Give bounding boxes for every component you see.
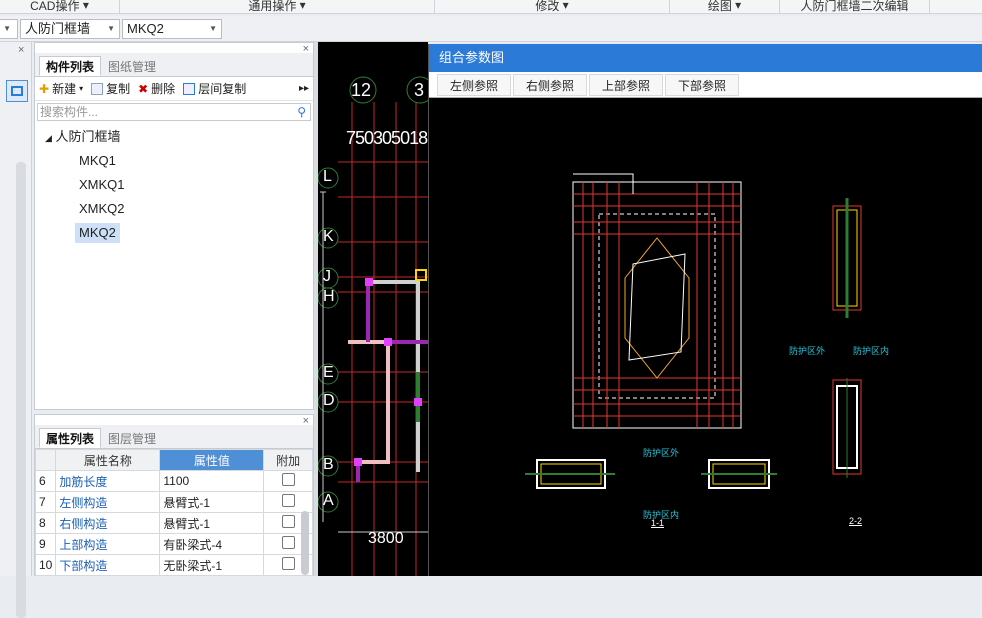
ribbon-group-cad[interactable]: CAD操作 ▾ bbox=[0, 0, 120, 13]
axis-label-12: 12 bbox=[351, 80, 372, 100]
floor-copy-icon bbox=[183, 82, 196, 95]
col-property-name: 属性名称 bbox=[55, 449, 161, 471]
combo-param-dialog: 组合参数图 左侧参照 右侧参照 上部参照 下部参照 防护区外 防护区内 1-1 … bbox=[428, 44, 982, 576]
search-icon[interactable]: ⚲ bbox=[297, 104, 306, 120]
layout-icon[interactable] bbox=[6, 80, 28, 102]
ribbon-group-general[interactable]: 通用操作 ▾ bbox=[120, 0, 435, 13]
extra-checkbox[interactable] bbox=[281, 473, 295, 486]
axis-letter-b: B bbox=[323, 456, 334, 473]
label-section-1-1: 1-1 bbox=[651, 518, 665, 528]
close-icon[interactable]: × bbox=[303, 43, 309, 55]
new-button[interactable]: ✚ 新建 ▾ bbox=[39, 80, 83, 97]
cad-drawing bbox=[318, 76, 428, 576]
table-row: 8 右侧构造 悬臂式-1 bbox=[34, 512, 313, 534]
copy-button[interactable]: 复制 bbox=[91, 80, 130, 97]
tree-item-mkq1[interactable]: MKQ1 bbox=[75, 151, 120, 171]
tree-item-xmkq2[interactable]: XMKQ2 bbox=[75, 199, 129, 219]
selector-toolbar: ▼ 人防门框墙 ▼ MKQ2 ▼ bbox=[0, 16, 982, 42]
delete-button[interactable]: ✖ 删除 bbox=[138, 80, 175, 97]
component-type-dropdown[interactable]: 人防门框墙 ▼ bbox=[20, 19, 120, 39]
delete-icon: ✖ bbox=[138, 81, 149, 96]
extra-checkbox[interactable] bbox=[281, 494, 295, 507]
left-reference-button[interactable]: 左侧参照 bbox=[437, 73, 512, 96]
component-name-dropdown[interactable]: MKQ2 ▼ bbox=[122, 19, 222, 39]
cad-canvas[interactable]: 12 3 750305018 L K J H E D B A 3800 bbox=[318, 42, 428, 576]
axis-letter-j: J bbox=[323, 268, 331, 285]
scrollbar[interactable] bbox=[301, 511, 309, 575]
new-icon: ✚ bbox=[39, 81, 50, 96]
top-reference-button[interactable]: 上部参照 bbox=[589, 73, 664, 96]
component-list-panel: × 构件列表 图纸管理 ✚ 新建 ▾ 复制 ✖ 删除 层间复制 ▸▸ 搜索构件... … bbox=[34, 42, 314, 410]
ribbon-group-edit[interactable]: 人防门框墙二次编辑 bbox=[780, 0, 930, 13]
close-icon[interactable]: × bbox=[303, 415, 309, 427]
search-input[interactable]: 搜索构件... ⚲ bbox=[37, 103, 311, 121]
dialog-title: 组合参数图 bbox=[429, 44, 982, 72]
property-list-panel: × 属性列表 图层管理 属性名称 属性值 附加 6 加筋长度 1100 7 左侧… bbox=[34, 414, 314, 576]
tab-drawing-manager[interactable]: 图纸管理 bbox=[101, 56, 163, 76]
table-row: 9 上部构造 有卧梁式-4 bbox=[34, 533, 313, 555]
left-dock-strip: × bbox=[0, 42, 32, 618]
collapse-icon[interactable]: ◢ bbox=[45, 133, 52, 143]
dimension-top: 750305018 bbox=[346, 128, 428, 148]
label-section-2-2: 2-2 bbox=[849, 516, 863, 526]
extra-checkbox[interactable] bbox=[281, 515, 295, 528]
label-outside-1: 防护区外 bbox=[643, 448, 680, 458]
dialog-toolbar: 左侧参照 右侧参照 上部参照 下部参照 bbox=[429, 72, 982, 98]
close-icon[interactable]: × bbox=[18, 44, 24, 56]
more-icon[interactable]: ▸▸ bbox=[299, 83, 309, 94]
axis-letter-d: D bbox=[323, 392, 335, 409]
bottom-reference-button[interactable]: 下部参照 bbox=[665, 73, 740, 96]
extra-checkbox[interactable] bbox=[281, 557, 295, 570]
tree-item-xmkq1[interactable]: XMKQ1 bbox=[75, 175, 129, 195]
combo-diagram bbox=[525, 173, 862, 489]
tab-layer-manager[interactable]: 图层管理 bbox=[101, 428, 163, 448]
floor-copy-button[interactable]: 层间复制 bbox=[183, 80, 246, 97]
tree-item-mkq2[interactable]: MKQ2 bbox=[75, 223, 120, 243]
table-row: 6 加筋长度 1100 bbox=[34, 470, 313, 492]
table-row: 10 下部构造 无卧梁式-1 bbox=[34, 554, 313, 576]
label-outside-right: 防护区外 bbox=[789, 346, 826, 356]
copy-icon bbox=[91, 82, 104, 95]
label-inside-right: 防护区内 bbox=[853, 346, 890, 356]
ribbon-group-modify[interactable]: 修改 ▾ bbox=[435, 0, 670, 13]
floor-dropdown[interactable]: ▼ bbox=[0, 19, 18, 39]
dimension-bottom: 3800 bbox=[368, 530, 404, 547]
tab-component-list[interactable]: 构件列表 bbox=[39, 56, 102, 76]
axis-letter-h: H bbox=[323, 288, 335, 305]
ribbon: CAD操作 ▾ 通用操作 ▾ 修改 ▾ 绘图 ▾ 人防门框墙二次编辑 bbox=[0, 0, 982, 14]
right-reference-button[interactable]: 右侧参照 bbox=[513, 73, 588, 96]
property-table: 属性名称 属性值 附加 6 加筋长度 1100 7 左侧构造 悬臂式-1 8 右… bbox=[34, 449, 313, 576]
axis-letter-a: A bbox=[323, 492, 334, 509]
axis-letter-k: K bbox=[323, 228, 334, 245]
col-property-value: 属性值 bbox=[159, 449, 265, 471]
tree-root[interactable]: ◢ 人防门框墙 bbox=[41, 127, 125, 147]
axis-letter-l: L bbox=[323, 168, 332, 185]
extra-checkbox[interactable] bbox=[281, 536, 295, 549]
scrollbar[interactable] bbox=[16, 162, 26, 618]
chevron-down-icon: ▼ bbox=[107, 24, 115, 33]
axis-letter-e: E bbox=[323, 364, 334, 381]
col-extra: 附加 bbox=[263, 449, 313, 471]
chevron-down-icon: ▼ bbox=[209, 24, 217, 33]
ribbon-group-draw[interactable]: 绘图 ▾ bbox=[670, 0, 780, 13]
axis-label-3: 3 bbox=[414, 80, 425, 100]
table-row: 7 左侧构造 悬臂式-1 bbox=[34, 491, 313, 513]
tab-property-list[interactable]: 属性列表 bbox=[39, 428, 102, 448]
